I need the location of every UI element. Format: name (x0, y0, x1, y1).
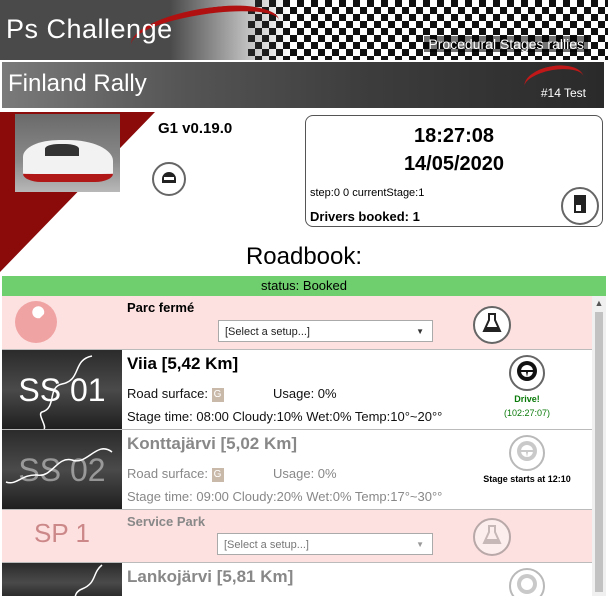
row-title: Service Park (127, 514, 206, 529)
steering-wheel-icon (515, 439, 539, 468)
helmet-button[interactable] (152, 162, 186, 196)
app-header: Ps Challenge Procedural Stages rallies (0, 0, 608, 60)
weather-line: Stage time: 09:00 Cloudy:20% Wet:0% Temp… (127, 489, 443, 504)
surface-badge: G (211, 387, 224, 402)
wrench-icon (2, 296, 122, 348)
usage-label: Usage: 0% (273, 466, 337, 481)
rally-title: Finland Rally (8, 70, 147, 97)
drive-button[interactable] (509, 355, 545, 391)
chevron-down-icon: ▼ (416, 327, 424, 336)
drivers-booked: Drivers booked: 1 (310, 209, 420, 224)
scroll-thumb[interactable] (595, 312, 603, 592)
rally-badge: #14 Test (540, 86, 586, 100)
row-title: Parc fermé (127, 300, 195, 315)
setup-select-value: [Select a setup...] (225, 326, 310, 338)
stage-title: Lankojärvi [5,81 Km] (127, 567, 294, 586)
list-item-parc-ferme: Parc fermé [Select a setup...] ▼ (2, 296, 592, 350)
drive-label[interactable]: Drive! (467, 394, 587, 404)
road-surface-label: Road surface: (127, 466, 208, 481)
list-item-ss02: SS 02 Konttajärvi [5,02 Km] Road surface… (2, 430, 592, 510)
rally-banner: Finland Rally #14 Test (2, 62, 604, 108)
clock-date: 14/05/2020 (403, 153, 505, 175)
road-surface: Road surface: G (127, 386, 224, 402)
stage-start-time: Stage starts at 12:10 (483, 474, 571, 484)
status-badge: status: Booked (2, 276, 606, 296)
book-button[interactable] (561, 187, 599, 225)
flask-button-disabled (473, 518, 511, 556)
setup-select[interactable]: [Select a setup...] ▼ (218, 320, 433, 342)
flask-button[interactable] (473, 306, 511, 344)
setup-select-value: [Select a setup...] (224, 539, 309, 551)
drive-button-disabled (509, 568, 545, 596)
stage-map-thumbnail (2, 563, 122, 596)
surface-badge: G (211, 467, 224, 482)
service-park-label: SP 1 (34, 518, 90, 548)
list-scrollbar[interactable]: ▲ (592, 296, 606, 596)
chevron-down-icon: ▼ (416, 540, 424, 549)
flask-icon (482, 524, 502, 551)
stage-number: SS 01 (18, 372, 106, 408)
app-title: Ps Challenge (6, 14, 173, 44)
car-image (15, 114, 120, 192)
session-info-panel: 18:27:08 14/05/2020 step:0 0 currentStag… (305, 115, 603, 227)
stage-map-thumbnail: SS 01 (2, 350, 122, 429)
road-surface-label: Road surface: (127, 386, 208, 401)
stage-number: SS 02 (18, 452, 106, 488)
road-surface: Road surface: G (127, 466, 224, 482)
app-subtitle: Procedural Stages rallies (424, 36, 588, 52)
drive-countdown: (102:27:07) (503, 408, 551, 418)
steering-wheel-icon (515, 359, 539, 388)
list-item-ss01: SS 01 Viia [5,42 Km] Road surface: G Usa… (2, 350, 592, 430)
helmet-icon (159, 167, 179, 192)
stage-title: Konttajärvi [5,02 Km] (127, 434, 298, 453)
steering-wheel-icon (515, 572, 539, 596)
roadbook-list: Parc fermé [Select a setup...] ▼ SS 01 V… (2, 296, 592, 596)
weather-line: Stage time: 08:00 Cloudy:10% Wet:0% Temp… (127, 409, 443, 424)
step-status: step:0 0 currentStage:1 (310, 187, 425, 199)
car-window (45, 144, 79, 156)
usage-label: Usage: 0% (273, 386, 337, 401)
list-item-service-park: SP 1 Service Park [Select a setup...] ▼ (2, 510, 592, 563)
book-icon (570, 193, 590, 220)
drive-button-disabled (509, 435, 545, 471)
stage-map-thumbnail: SS 02 (2, 430, 122, 509)
flask-icon (482, 312, 502, 339)
scroll-up-arrow[interactable]: ▲ (592, 298, 606, 310)
setup-select[interactable]: [Select a setup...] ▼ (217, 533, 433, 555)
clock-time: 18:27:08 (413, 125, 495, 147)
stage-title: Viia [5,42 Km] (127, 354, 239, 373)
roadbook-title: Roadbook: (245, 243, 363, 270)
list-item-ss03: Lankojärvi [5,81 Km] (2, 563, 592, 596)
version-label: G1 v0.19.0 (158, 120, 233, 137)
